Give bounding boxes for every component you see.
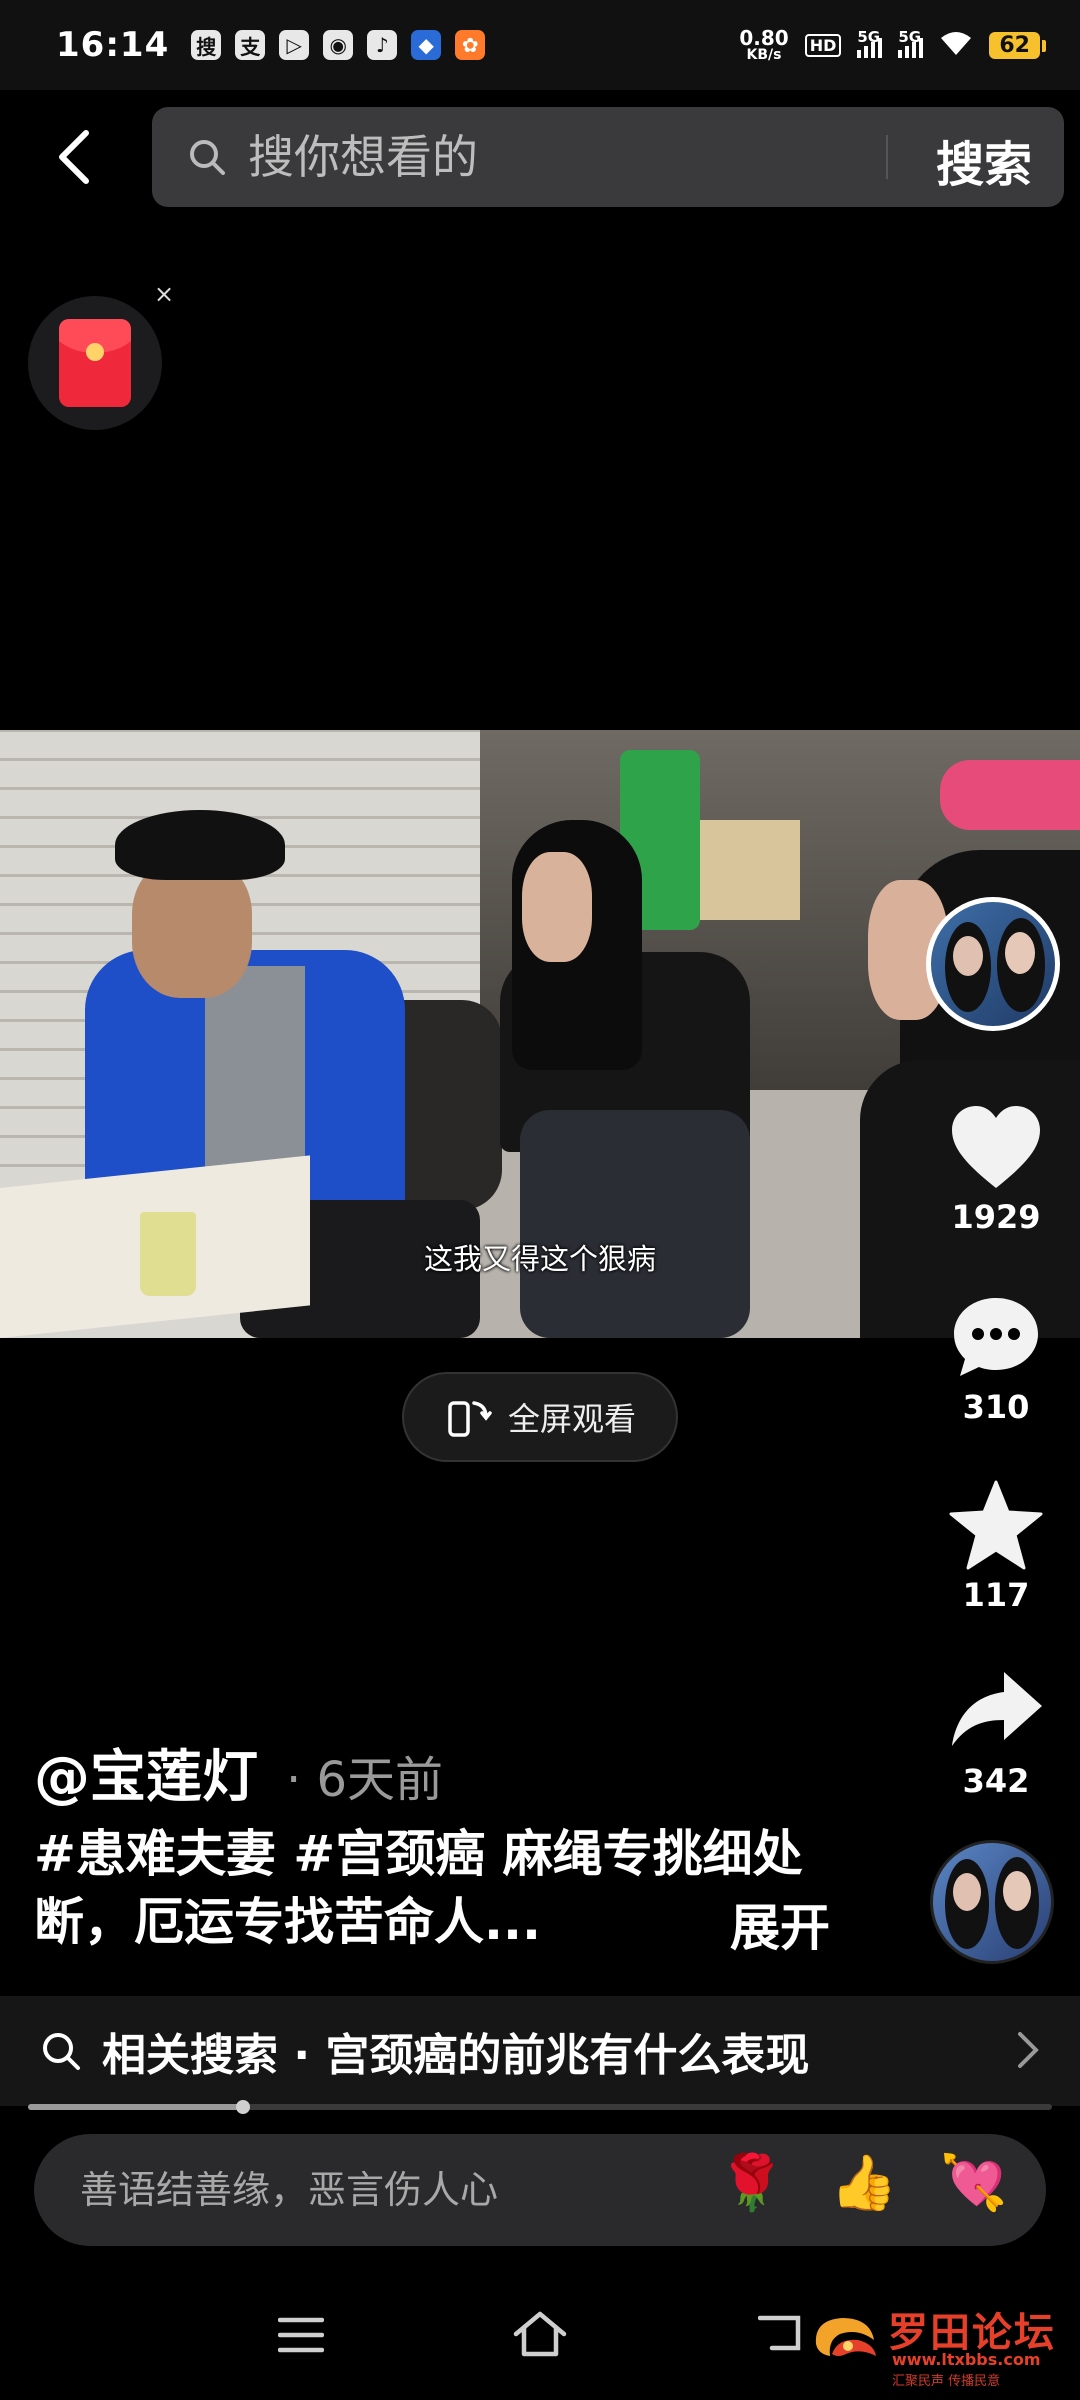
heart-emoji-button[interactable]: 💘 bbox=[940, 2156, 1007, 2210]
rose-emoji-button[interactable]: 🌹 bbox=[718, 2156, 785, 2210]
alipay-app-icon: 支 bbox=[235, 30, 266, 60]
sogou-app-icon: 搜 bbox=[191, 30, 222, 60]
fullscreen-label: 全屏观看 bbox=[507, 1400, 636, 1438]
progress-fill bbox=[28, 2104, 244, 2110]
video-subtitle: 这我又得这个狠病 bbox=[423, 1242, 656, 1276]
author-avatar[interactable] bbox=[926, 897, 1060, 1031]
comment-bar[interactable]: 🌹 👍 💘 bbox=[34, 2134, 1046, 2246]
search-icon bbox=[43, 2033, 80, 2070]
back-button[interactable] bbox=[44, 122, 104, 192]
forum-watermark: 罗田论坛 www.ltxbbs.com 汇聚民声 传播民意 bbox=[808, 2300, 1068, 2390]
tiktok-app-icon: ♪ bbox=[367, 30, 398, 60]
status-bar: 16:14 搜 支 ▷ ◉ ♪ ◆ ✿ 0.80 KB/s HD 5G 5G 6… bbox=[0, 0, 1080, 90]
avatar-image bbox=[931, 902, 1055, 1026]
status-time: 16:14 bbox=[56, 25, 170, 65]
wifi-icon bbox=[939, 29, 973, 62]
camera-app-icon: ◉ bbox=[323, 30, 354, 60]
post-time: · 6天前 bbox=[286, 1752, 444, 1808]
status-app-icons: 搜 支 ▷ ◉ ♪ ◆ ✿ bbox=[191, 30, 486, 60]
share-button[interactable]: 342 bbox=[930, 1664, 1062, 1800]
flower-app-icon: ✿ bbox=[455, 30, 486, 60]
menu-icon[interactable] bbox=[278, 2316, 324, 2354]
search-button[interactable]: 搜索 bbox=[936, 125, 1032, 195]
video-pink-object bbox=[940, 760, 1080, 830]
music-disc[interactable] bbox=[930, 1840, 1054, 1964]
share-arrow-icon bbox=[952, 1672, 1042, 1746]
video-person-1-hat bbox=[115, 810, 285, 880]
signal-sim1-icon: 5G bbox=[857, 28, 883, 58]
expand-caption-button[interactable]: 展开 bbox=[690, 1888, 830, 1960]
back-nav-icon[interactable] bbox=[758, 2312, 804, 2354]
video-cardboard-box bbox=[700, 820, 800, 920]
search-icon bbox=[190, 140, 225, 175]
like-count: 1929 bbox=[951, 1198, 1041, 1236]
fullscreen-button[interactable]: 全屏观看 bbox=[402, 1372, 678, 1462]
related-search-bar[interactable]: 相关搜索 · 宫颈癌的前兆有什么表现 bbox=[0, 1996, 1080, 2106]
network-speed-unit: KB/s bbox=[746, 47, 782, 63]
chevron-right-icon bbox=[1018, 2032, 1039, 2068]
comment-count: 310 bbox=[962, 1388, 1030, 1426]
shield-app-icon: ◆ bbox=[411, 30, 442, 60]
network-speed: 0.80 KB/s bbox=[739, 28, 788, 62]
author-name[interactable]: @宝莲灯 bbox=[34, 1732, 258, 1813]
forum-logo-icon bbox=[815, 2318, 876, 2356]
heart-icon bbox=[952, 1106, 1040, 1188]
comment-input[interactable] bbox=[80, 2168, 680, 2212]
comment-button[interactable]: 310 bbox=[930, 1290, 1062, 1426]
favorite-count: 117 bbox=[962, 1576, 1030, 1614]
search-input[interactable] bbox=[248, 130, 848, 184]
watermark-url: www.ltxbbs.com bbox=[892, 2350, 1041, 2369]
network-speed-value: 0.80 bbox=[739, 26, 789, 50]
comment-bubble-icon bbox=[954, 1298, 1038, 1376]
progress-handle[interactable] bbox=[236, 2100, 251, 2114]
star-icon bbox=[949, 1480, 1043, 1570]
thumbs-up-emoji-button[interactable]: 👍 bbox=[830, 2156, 897, 2210]
video-person-2-face bbox=[522, 852, 592, 962]
red-envelope-icon bbox=[59, 319, 131, 407]
video-person-2-legs bbox=[520, 1110, 750, 1338]
signal-sim2-icon: 5G bbox=[898, 28, 924, 58]
sim2-network-label: 5G bbox=[898, 28, 922, 46]
rotate-screen-icon bbox=[448, 1401, 492, 1437]
battery-icon: 62 bbox=[989, 31, 1046, 59]
author-line: @宝莲灯 · 6天前 bbox=[34, 1732, 443, 1813]
search-bar[interactable]: 搜索 bbox=[152, 107, 1064, 207]
hd-voice-icon: HD bbox=[804, 33, 842, 57]
status-indicators: 0.80 KB/s HD 5G 5G 62 bbox=[739, 28, 1046, 62]
search-divider bbox=[886, 135, 888, 179]
favorite-button[interactable]: 117 bbox=[930, 1478, 1062, 1614]
video-app-icon: ▷ bbox=[279, 30, 310, 60]
share-count: 342 bbox=[962, 1762, 1030, 1800]
related-search-text: 相关搜索 · 宫颈癌的前兆有什么表现 bbox=[102, 2030, 810, 2081]
like-button[interactable]: 1929 bbox=[930, 1100, 1062, 1236]
chevron-left-icon bbox=[59, 130, 89, 184]
close-icon[interactable]: × bbox=[154, 280, 174, 308]
watermark-slogan: 汇聚民声 传播民意 bbox=[892, 2374, 1001, 2389]
music-disc-image bbox=[933, 1843, 1051, 1961]
red-packet-button[interactable] bbox=[28, 296, 162, 430]
sim1-network-label: 5G bbox=[857, 28, 881, 46]
home-icon[interactable] bbox=[512, 2310, 568, 2358]
